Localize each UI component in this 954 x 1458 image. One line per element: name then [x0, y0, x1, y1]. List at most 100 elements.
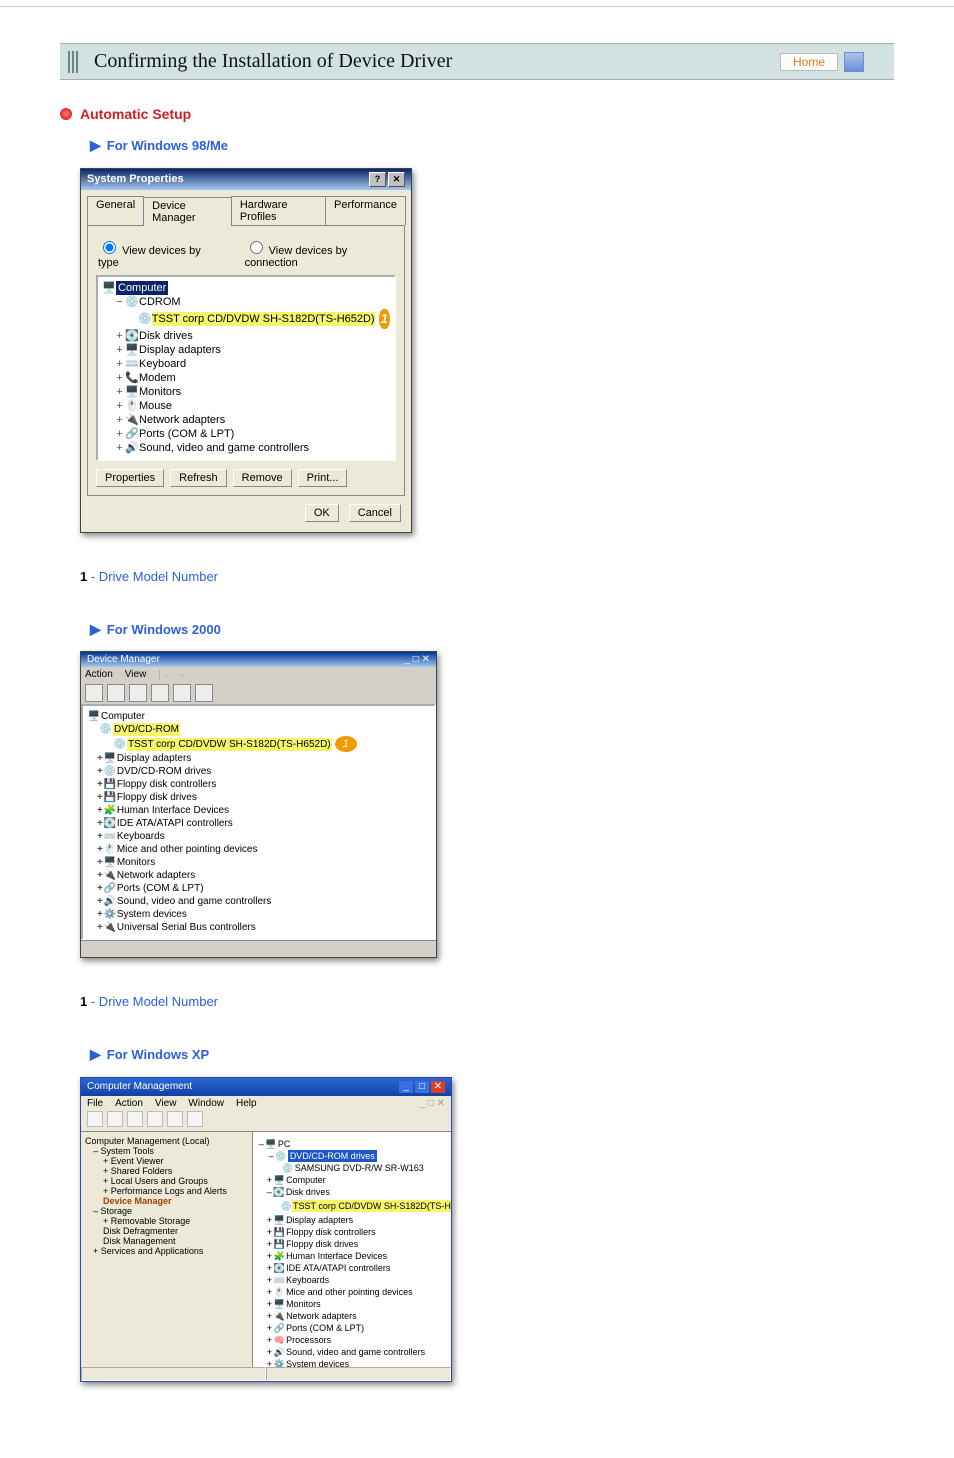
- refresh-button[interactable]: Refresh: [170, 469, 227, 487]
- caption-text: - Drive Model Number: [91, 569, 218, 584]
- tool-icon[interactable]: [167, 1111, 183, 1127]
- screenshot-sysprops-98: System Properties ? ✕ General Device Man…: [80, 168, 412, 533]
- close-button[interactable]: ✕: [431, 1081, 445, 1093]
- properties-button[interactable]: Properties: [96, 469, 164, 487]
- section-banner: Confirming the Installation of Device Dr…: [60, 43, 894, 80]
- tool-icon[interactable]: [147, 1111, 163, 1127]
- caption-text: - Drive Model Number: [91, 994, 218, 1009]
- tab-general[interactable]: General: [87, 196, 144, 225]
- modem-icon: 📞: [125, 371, 139, 385]
- statusbar: [81, 940, 436, 957]
- bullet-icon: [60, 108, 72, 120]
- menu-help[interactable]: Help: [236, 1098, 257, 1109]
- disc-icon: 💿: [138, 312, 152, 326]
- tool-icon[interactable]: [127, 1111, 143, 1127]
- tool-icon[interactable]: [187, 1111, 203, 1127]
- tool-icon[interactable]: [195, 684, 213, 702]
- port-icon: 🔗: [125, 427, 139, 441]
- minimize-button[interactable]: _: [399, 1081, 413, 1093]
- cmxp-right-tree[interactable]: – 🖥️PC – 💿DVD/CD-ROM drives 💿SAMSUNG DVD…: [253, 1132, 451, 1367]
- tree-mouse[interactable]: Mouse: [139, 399, 172, 413]
- tree-ports[interactable]: Ports (COM & LPT): [139, 427, 234, 441]
- disc-icon: 💿: [99, 723, 113, 736]
- tree-cdrom[interactable]: CDROM: [139, 295, 181, 309]
- disc-icon: 💿: [113, 738, 127, 751]
- tool-icon[interactable]: [107, 1111, 123, 1127]
- home-link[interactable]: Home: [780, 52, 864, 72]
- radio-by-connection[interactable]: View devices by connection: [245, 238, 396, 269]
- print-button[interactable]: Print...: [298, 469, 348, 487]
- expander-icon[interactable]: −: [114, 295, 125, 309]
- caption-number: 1: [80, 569, 87, 584]
- tab-device-manager[interactable]: Device Manager: [143, 197, 232, 226]
- tree-device-hl[interactable]: TSST corp CD/DVDW SH-S182D(TS-H652D): [152, 312, 375, 326]
- maximize-button[interactable]: □: [415, 1081, 429, 1093]
- device-tree[interactable]: 🖥️Computer −💿CDROM 💿TSST corp CD/DVDW SH…: [96, 275, 396, 461]
- callout-marker-1: 1: [335, 736, 357, 752]
- tree-root[interactable]: Computer: [116, 281, 168, 295]
- computer-icon: 🖥️: [102, 281, 116, 295]
- dm2k-device[interactable]: TSST corp CD/DVDW SH-S182D(TS-H652D): [127, 738, 332, 751]
- tool-icon[interactable]: [151, 684, 169, 702]
- tool-icon[interactable]: [87, 1111, 103, 1127]
- arrow-icon: ▶: [90, 620, 101, 638]
- caption-2000: 1 - Drive Model Number: [80, 994, 894, 1009]
- subhead-xp-text: For Windows XP: [107, 1045, 209, 1065]
- callout-marker-1: 1: [379, 309, 390, 329]
- menu-action[interactable]: Action: [115, 1098, 143, 1109]
- computer-icon: 🖥️: [87, 710, 101, 723]
- home-label: Home: [780, 53, 838, 71]
- tool-icon[interactable]: [85, 684, 103, 702]
- tree-sound[interactable]: Sound, video and game controllers: [139, 441, 309, 455]
- keyboard-icon: ⌨️: [125, 357, 139, 371]
- subhead-xp: ▶ For Windows XP: [90, 1045, 894, 1065]
- tree-monitors[interactable]: Monitors: [139, 385, 181, 399]
- remove-button[interactable]: Remove: [233, 469, 292, 487]
- screenshot-compmgmt-xp: Computer Management _ □ ✕ File Action Vi…: [80, 1077, 452, 1382]
- dm2k-dvdcd[interactable]: DVD/CD-ROM: [113, 723, 180, 736]
- cancel-button[interactable]: Cancel: [349, 504, 401, 522]
- mouse-icon: 🖱️: [125, 399, 139, 413]
- dm2k-root[interactable]: Computer: [101, 710, 145, 723]
- sound-icon: 🔊: [125, 441, 139, 455]
- tool-icon[interactable]: [107, 684, 125, 702]
- screenshot-devicemgr-2000: Device Manager _ □ ✕ Action View | ← → 🖥…: [80, 651, 437, 958]
- menu-view[interactable]: View: [155, 1098, 177, 1109]
- cdrom-icon: 💿: [125, 295, 139, 309]
- caption-number: 1: [80, 994, 87, 1009]
- cmxp-left-tree[interactable]: Computer Management (Local) – System Too…: [81, 1132, 253, 1367]
- tree-display[interactable]: Display adapters: [139, 343, 221, 357]
- subhead-98me-text: For Windows 98/Me: [107, 136, 228, 156]
- device-manager-node[interactable]: Device Manager: [103, 1196, 172, 1206]
- tab-hardware-profiles[interactable]: Hardware Profiles: [231, 196, 326, 225]
- menu-action[interactable]: Action: [85, 669, 113, 680]
- menu-file[interactable]: File: [87, 1098, 103, 1109]
- radio-by-type[interactable]: View devices by type: [98, 238, 219, 269]
- close-button[interactable]: ✕: [388, 172, 405, 187]
- cmxp-device[interactable]: TSST corp CD/DVDW SH-S182D(TS-H652D): [292, 1200, 451, 1212]
- arrow-icon: ▶: [90, 136, 101, 154]
- banner-title: Confirming the Installation of Device Dr…: [94, 50, 452, 73]
- tree-keyboard[interactable]: Keyboard: [139, 357, 186, 371]
- window-controls-icon[interactable]: _ □ ✕: [404, 654, 430, 665]
- menu-view[interactable]: View: [125, 669, 147, 680]
- tree-network[interactable]: Network adapters: [139, 413, 225, 427]
- menu-window[interactable]: Window: [188, 1098, 224, 1109]
- statusbar: [81, 1367, 451, 1381]
- dm2k-tree[interactable]: 🖥️Computer 💿DVD/CD-ROM 💿TSST corp CD/DVD…: [81, 704, 436, 940]
- tree-diskdrives[interactable]: Disk drives: [139, 329, 193, 343]
- help-button[interactable]: ?: [369, 172, 386, 187]
- cmxp-titlebar: Computer Management _ □ ✕: [81, 1078, 451, 1096]
- window-titlebar: System Properties ? ✕: [81, 169, 411, 190]
- banner-stripe-icon: [68, 51, 80, 73]
- tree-modem[interactable]: Modem: [139, 371, 176, 385]
- dm2k-title: Device Manager: [87, 654, 160, 665]
- tool-icon[interactable]: [129, 684, 147, 702]
- ok-button[interactable]: OK: [305, 504, 339, 522]
- tab-performance[interactable]: Performance: [325, 196, 406, 225]
- subhead-2000: ▶ For Windows 2000: [90, 620, 894, 640]
- network-icon: 🔌: [125, 413, 139, 427]
- home-icon: [844, 52, 864, 72]
- tool-icon[interactable]: [173, 684, 191, 702]
- subhead-2000-text: For Windows 2000: [107, 620, 221, 640]
